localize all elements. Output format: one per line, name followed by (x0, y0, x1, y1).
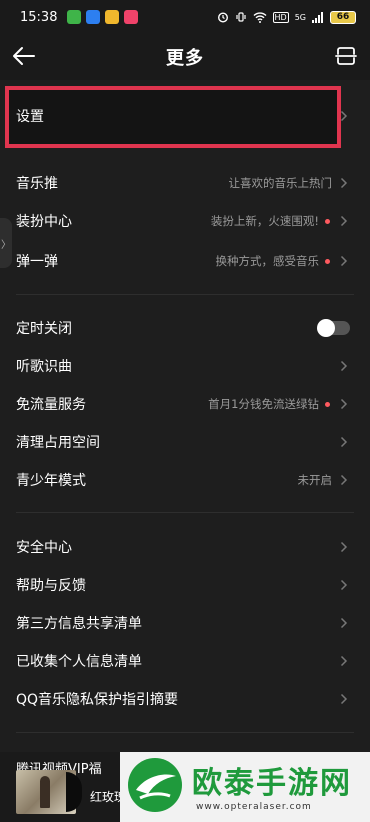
menu-item-label: 装扮中心 (16, 214, 72, 230)
chevron-right-icon (338, 579, 350, 591)
settings-list: 设置 音乐推 让喜欢的音乐上热门 装扮中心 装扮上新，火速围观! 弹一弹 换种方… (0, 80, 370, 822)
menu-item-label: 免流量服务 (16, 397, 86, 413)
scan-button[interactable] (332, 42, 360, 70)
scan-icon (335, 47, 357, 65)
section-divider (16, 512, 354, 513)
arrow-left-icon (13, 47, 35, 65)
section-divider (16, 294, 354, 295)
wifi-icon (253, 12, 267, 23)
menu-item-dressup-center[interactable]: 装扮中心 装扮上新，火速围观! (0, 202, 370, 240)
menu-item-label: 音乐推 (16, 176, 58, 192)
video-app-icon (124, 10, 139, 24)
menu-item-label: QQ音乐隐私保护指引摘要 (16, 692, 179, 708)
chevron-right-icon (338, 398, 350, 410)
menu-item-desc: 装扮上新，火速围观! (210, 214, 319, 228)
menu-item-label: 听歌识曲 (16, 359, 72, 375)
menu-item-label: 帮助与反馈 (16, 578, 86, 594)
sleep-timer-toggle[interactable] (317, 319, 350, 337)
chevron-right-icon (338, 436, 350, 448)
menu-item-data-free[interactable]: 免流量服务 首月1分钱免流送绿钻 (0, 385, 370, 423)
chevron-right-icon (338, 255, 350, 267)
menu-item-third-party-list[interactable]: 第三方信息共享清单 (0, 604, 370, 642)
menu-item-sleep-timer[interactable]: 定时关闭 (0, 309, 370, 347)
menu-item-label: 定时关闭 (16, 321, 72, 337)
vinyl-disc (66, 772, 82, 812)
menu-item-label: 清理占用空间 (16, 435, 100, 451)
toggle-knob (317, 319, 335, 337)
status-bar: 15:38 HD 5G 66 (0, 0, 370, 34)
section-divider (16, 732, 354, 733)
battery-icon: 66 (330, 10, 356, 24)
back-button[interactable] (10, 42, 38, 70)
chevron-right-icon (338, 693, 350, 705)
menu-item-youth-mode[interactable]: 青少年模式 未开启 (0, 461, 370, 499)
status-indicators: HD 5G 66 (217, 10, 356, 24)
menu-item-label: 安全中心 (16, 540, 72, 556)
network-label: 5G (294, 12, 306, 22)
notification-app-icons (67, 10, 139, 24)
chevron-right-icon (338, 110, 350, 122)
red-dot-badge (325, 401, 330, 407)
chevron-right-icon (338, 177, 350, 189)
watermark-banner: 欧泰手游网 www.opteralaser.com (120, 752, 370, 822)
chevron-right-icon (338, 215, 350, 227)
cover-figure (40, 776, 50, 808)
status-time: 15:38 (20, 9, 58, 25)
vibrate-icon (235, 12, 246, 22)
menu-item-privacy-summary[interactable]: QQ音乐隐私保护指引摘要 (0, 680, 370, 718)
signal-icon (312, 11, 323, 23)
watermark-title: 欧泰手游网 (192, 766, 352, 801)
menu-item-help-feedback[interactable]: 帮助与反馈 (0, 566, 370, 604)
chevron-right-icon (338, 360, 350, 372)
wechat-app-icon (67, 10, 82, 24)
side-drawer-handle[interactable]: 〉 (0, 218, 12, 268)
watermark-logo-icon (128, 758, 182, 812)
menu-item-desc: 首月1分钱免流送绿钻 (208, 397, 319, 411)
red-dot-badge (325, 218, 330, 224)
watermark-url: www.opteralaser.com (196, 802, 312, 812)
menu-item-desc: 未开启 (297, 473, 333, 487)
menu-item-desc: 换种方式，感受音乐 (215, 254, 320, 268)
menu-item-song-recognition[interactable]: 听歌识曲 (0, 347, 370, 385)
menu-item-clear-storage[interactable]: 清理占用空间 (0, 423, 370, 461)
red-dot-badge (325, 258, 330, 264)
hd-badge: HD (272, 11, 289, 23)
menu-item-music-promote[interactable]: 音乐推 让喜欢的音乐上热门 (0, 164, 370, 202)
menu-item-label: 已收集个人信息清单 (16, 654, 142, 670)
menu-item-tan-yi-tan[interactable]: 弹一弹 换种方式，感受音乐 (0, 242, 370, 280)
menu-item-label: 设置 (16, 109, 44, 125)
alarm-icon (217, 12, 228, 23)
menu-item-label: 弹一弹 (16, 254, 58, 270)
chevron-right-icon (338, 655, 350, 667)
menu-item-label: 第三方信息共享清单 (16, 616, 142, 632)
menu-item-collected-info-list[interactable]: 已收集个人信息清单 (0, 642, 370, 680)
alipay-app-icon (86, 10, 101, 24)
chevron-right-icon (338, 474, 350, 486)
page-title: 更多 (166, 48, 204, 69)
menu-item-label: 青少年模式 (16, 473, 86, 489)
chevron-right-icon (338, 617, 350, 629)
notes-app-icon (105, 10, 120, 24)
menu-item-desc: 让喜欢的音乐上热门 (228, 176, 333, 190)
nav-bar: 更多 (0, 34, 370, 80)
menu-item-settings[interactable]: 设置 (0, 97, 370, 135)
chevron-right-icon (338, 541, 350, 553)
menu-item-security-center[interactable]: 安全中心 (0, 528, 370, 566)
